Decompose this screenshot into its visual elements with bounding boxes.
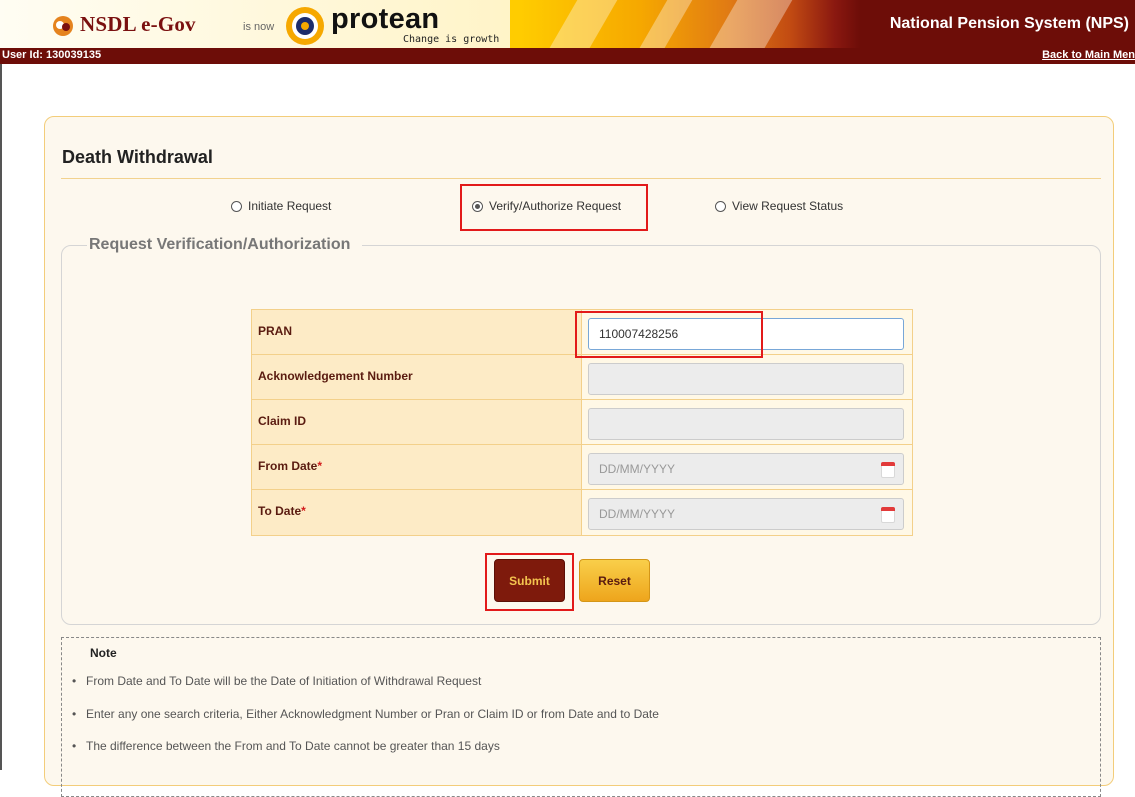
field-cell: DD/MM/YYYY	[582, 490, 912, 535]
note-item: • Enter any one search criteria, Either A…	[72, 707, 659, 721]
highlight-box-pran	[575, 311, 763, 358]
reset-button[interactable]: Reset	[579, 559, 650, 602]
from-date-placeholder: DD/MM/YYYY	[599, 462, 676, 476]
claim-id-input[interactable]	[588, 408, 904, 440]
radio-circle[interactable]	[231, 200, 242, 212]
field-label: To Date*	[252, 490, 582, 535]
field-cell: DD/MM/YYYY	[582, 445, 912, 489]
logo-area: NSDL e-Gov is now protean Change is grow…	[0, 0, 510, 48]
field-label: PRAN	[252, 310, 582, 354]
to-date-placeholder: DD/MM/YYYY	[599, 507, 676, 521]
note-item: • The difference between the From and To …	[72, 739, 500, 753]
field-label: Acknowledgement Number	[252, 355, 582, 399]
nsdl-brand-text: NSDL e-Gov	[80, 12, 196, 36]
system-title: National Pension System (NPS)	[889, 15, 1129, 32]
from-date-input[interactable]: DD/MM/YYYY	[588, 453, 904, 485]
bullet: •	[72, 739, 77, 753]
back-to-main-menu-link[interactable]: Back to Main Men	[1042, 49, 1135, 61]
page-title: Death Withdrawal	[62, 147, 213, 167]
user-id-label: User Id: 130039135	[2, 49, 102, 61]
field-cell	[582, 355, 912, 399]
main-panel: Death Withdrawal Initiate Request Verify…	[44, 116, 1114, 797]
section-legend: Request Verification/Authorization	[87, 236, 363, 254]
required-marker: *	[301, 504, 306, 518]
protean-brand-text: protean	[331, 3, 440, 35]
protean-logo-icon	[286, 7, 324, 45]
form-row-acknowledgement: Acknowledgement Number	[252, 355, 912, 400]
user-bar: User Id: 130039135 Back to Main Men	[0, 48, 1135, 64]
acknowledgement-number-input[interactable]	[588, 363, 904, 395]
calendar-icon[interactable]	[881, 507, 895, 523]
note-title: Note	[90, 646, 117, 660]
field-label: From Date*	[252, 445, 582, 489]
field-cell	[582, 400, 912, 444]
to-date-input[interactable]: DD/MM/YYYY	[588, 498, 904, 530]
radio-initiate-request[interactable]: Initiate Request	[231, 199, 331, 213]
highlight-box-submit	[485, 553, 574, 611]
left-border	[0, 64, 2, 770]
bullet: •	[72, 674, 77, 688]
is-now-text: is now	[243, 21, 275, 33]
note-box: Note • From Date and To Date will be the …	[61, 637, 1101, 797]
form-row-from-date: From Date* DD/MM/YYYY	[252, 445, 912, 490]
tagline-text: Change is growth	[403, 34, 500, 45]
highlight-box-verify	[460, 184, 648, 231]
request-verification-section: Request Verification/Authorization PRAN …	[61, 236, 1101, 625]
form-row-to-date: To Date* DD/MM/YYYY	[252, 490, 912, 535]
bullet: •	[72, 707, 77, 721]
radio-view-request-status[interactable]: View Request Status	[715, 199, 843, 213]
radio-label: Initiate Request	[248, 199, 332, 213]
title-divider	[61, 178, 1101, 179]
radio-label: View Request Status	[732, 199, 844, 213]
note-item: • From Date and To Date will be the Date …	[72, 674, 482, 688]
nsdl-logo-icon	[53, 16, 73, 36]
required-marker: *	[317, 459, 323, 473]
field-label: Claim ID	[252, 400, 582, 444]
calendar-icon[interactable]	[881, 462, 895, 478]
radio-circle[interactable]	[715, 200, 726, 212]
form-row-claim-id: Claim ID	[252, 400, 912, 445]
